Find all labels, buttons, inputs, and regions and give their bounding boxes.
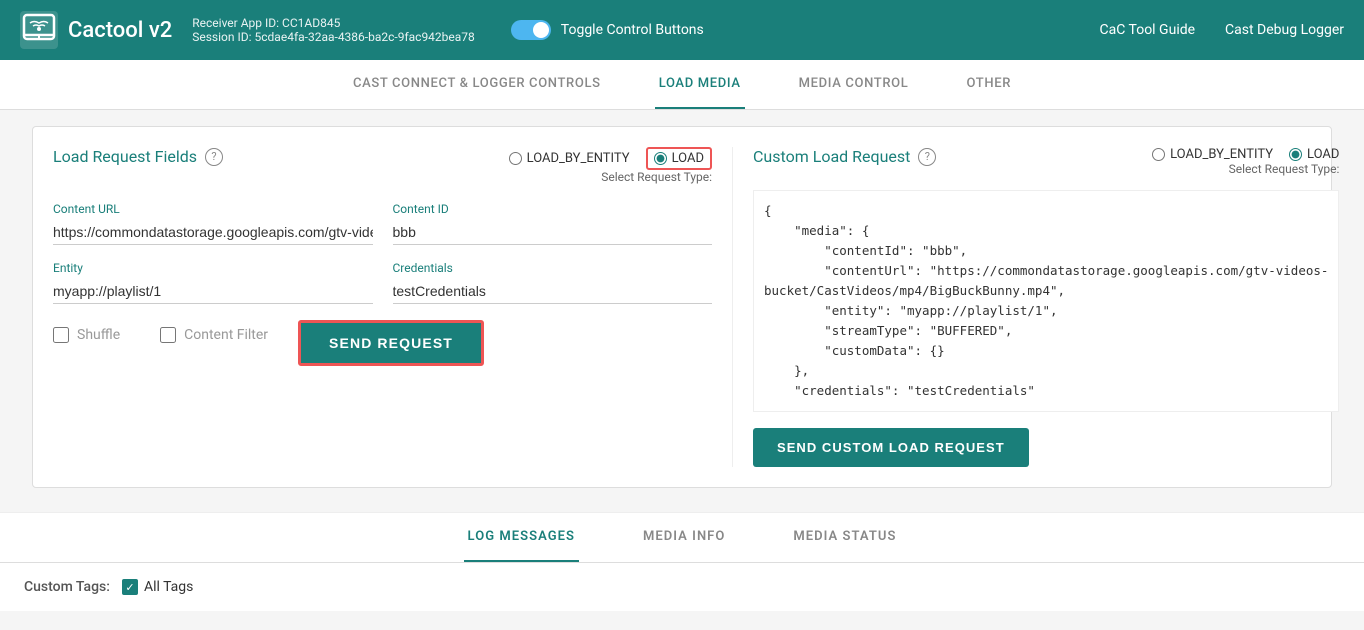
custom-tags-label: Custom Tags:: [24, 579, 110, 595]
json-display: { "media": { "contentId": "bbb", "conten…: [753, 190, 1339, 412]
custom-radio-load[interactable]: LOAD: [1289, 147, 1339, 162]
header: Cactool v2 Receiver App ID: CC1AD845 Ses…: [0, 0, 1364, 60]
all-tags-check-icon: ✓: [122, 579, 138, 595]
tab-media-status[interactable]: MEDIA STATUS: [789, 513, 900, 562]
content-url-input[interactable]: [53, 220, 373, 245]
content-filter-checkbox[interactable]: Content Filter: [160, 327, 268, 343]
tab-load-media[interactable]: LOAD MEDIA: [655, 60, 745, 109]
load-request-help-icon[interactable]: ?: [205, 148, 223, 166]
tab-cast-connect[interactable]: CAST CONNECT & LOGGER CONTROLS: [349, 60, 605, 109]
tab-other[interactable]: OTHER: [962, 60, 1015, 109]
request-type-selector: LOAD_BY_ENTITY LOAD: [509, 147, 712, 170]
all-tags-checkbox[interactable]: ✓ All Tags: [122, 579, 193, 595]
custom-radio-load-by-entity[interactable]: LOAD_BY_ENTITY: [1152, 147, 1273, 162]
logo-text: Cactool v2: [68, 18, 172, 43]
tab-log-messages[interactable]: LOG MESSAGES: [464, 513, 579, 562]
bottom-section: LOG MESSAGES MEDIA INFO MEDIA STATUS Cus…: [0, 512, 1364, 611]
custom-load-help-icon[interactable]: ?: [918, 148, 936, 166]
bottom-tabs-bar: LOG MESSAGES MEDIA INFO MEDIA STATUS: [0, 513, 1364, 563]
main-card: Load Request Fields ? LOAD_BY_ENTITY LOA…: [32, 126, 1332, 488]
entity-input[interactable]: [53, 279, 373, 304]
form-row-2: Entity Credentials: [53, 261, 712, 304]
credentials-input[interactable]: [393, 279, 713, 304]
custom-load-header: Custom Load Request ?: [753, 147, 936, 166]
all-tags-label: All Tags: [144, 579, 193, 595]
session-id: Session ID: 5cdae4fa-32aa-4386-ba2c-9fac…: [192, 30, 475, 44]
checkbox-row: Shuffle Content Filter: [53, 327, 268, 343]
top-tabs-bar: CAST CONNECT & LOGGER CONTROLS LOAD MEDI…: [0, 60, 1364, 110]
toggle-switch[interactable]: [511, 20, 551, 40]
send-custom-load-button[interactable]: SEND CUSTOM LOAD REQUEST: [753, 428, 1029, 467]
load-request-title: Load Request Fields ?: [53, 147, 223, 166]
entity-field: Entity: [53, 261, 373, 304]
content-id-field: Content ID: [393, 202, 713, 245]
form-row-1: Content URL Content ID: [53, 202, 712, 245]
cast-debug-logger-link[interactable]: Cast Debug Logger: [1225, 22, 1344, 38]
header-nav: CaC Tool Guide Cast Debug Logger: [1100, 22, 1345, 38]
content-url-label: Content URL: [53, 202, 373, 216]
radio-load-by-entity[interactable]: LOAD_BY_ENTITY: [509, 151, 630, 166]
custom-select-request-type-label: Select Request Type:: [1229, 162, 1340, 176]
custom-request-type-selector: LOAD_BY_ENTITY LOAD: [1152, 147, 1339, 162]
shuffle-checkbox[interactable]: Shuffle: [53, 327, 120, 343]
entity-label: Entity: [53, 261, 373, 275]
custom-load-title: Custom Load Request: [753, 147, 910, 166]
content-url-field: Content URL: [53, 202, 373, 245]
content-id-input[interactable]: [393, 220, 713, 245]
content-id-label: Content ID: [393, 202, 713, 216]
select-request-type-label: Select Request Type:: [601, 170, 712, 184]
logo: Cactool v2: [20, 11, 172, 49]
tab-media-info[interactable]: MEDIA INFO: [639, 513, 729, 562]
main-content: Load Request Fields ? LOAD_BY_ENTITY LOA…: [0, 110, 1364, 504]
toggle-control[interactable]: Toggle Control Buttons: [511, 20, 704, 40]
bottom-content: Custom Tags: ✓ All Tags: [0, 563, 1364, 611]
toggle-label: Toggle Control Buttons: [561, 22, 704, 38]
logo-icon: [20, 11, 58, 49]
header-info: Receiver App ID: CC1AD845 Session ID: 5c…: [192, 16, 475, 44]
left-panel: Load Request Fields ? LOAD_BY_ENTITY LOA…: [53, 147, 733, 467]
tab-media-control[interactable]: MEDIA CONTROL: [795, 60, 913, 109]
right-panel: Custom Load Request ? LOAD_BY_ENTITY LOA…: [733, 147, 1339, 467]
receiver-app-id: Receiver App ID: CC1AD845: [192, 16, 475, 30]
cac-tool-guide-link[interactable]: CaC Tool Guide: [1100, 22, 1196, 38]
radio-load-highlighted: LOAD: [646, 147, 712, 170]
send-request-button[interactable]: SEND REQUEST: [298, 320, 484, 366]
credentials-field: Credentials: [393, 261, 713, 304]
credentials-label: Credentials: [393, 261, 713, 275]
